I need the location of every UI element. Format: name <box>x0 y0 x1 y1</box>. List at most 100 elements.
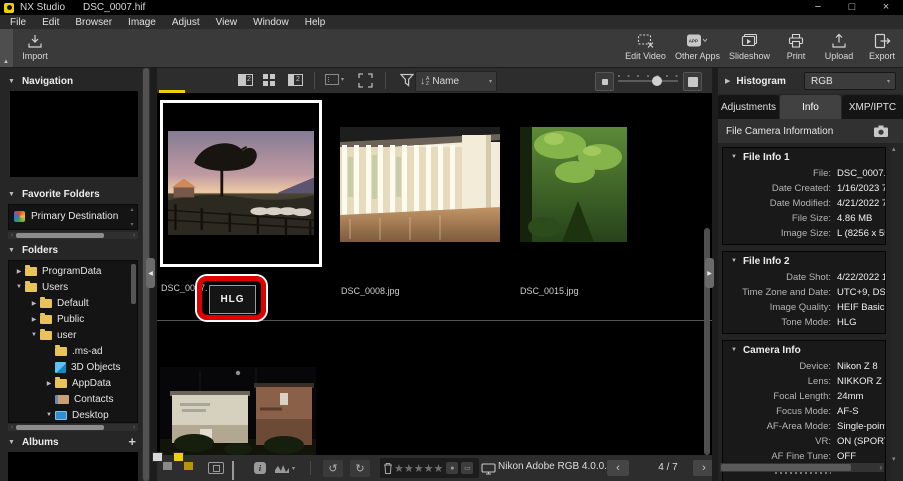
histogram-channel-dropdown[interactable]: RGB ▾ <box>804 72 896 90</box>
redo-button[interactable]: ↻ <box>350 460 370 477</box>
image-info-button[interactable]: i <box>254 462 266 474</box>
slider-handle[interactable] <box>652 76 662 86</box>
navigation-section-header[interactable]: ▼ Navigation <box>0 73 142 89</box>
folder-item-default[interactable]: ▶Default <box>9 295 137 311</box>
toolbar-collapse-strip[interactable]: ▲ <box>0 29 13 67</box>
info-vscrollbar[interactable]: ▴ ▾ <box>891 143 901 481</box>
expand-arrow-icon[interactable]: ▶ <box>725 77 730 85</box>
star-icon[interactable]: ★ <box>404 463 414 475</box>
menu-edit[interactable]: Edit <box>34 17 67 28</box>
split2-view-button[interactable]: 2 <box>288 73 303 86</box>
collapse-left-panel-handle[interactable]: ◀ <box>146 258 155 288</box>
menu-adjust[interactable]: Adjust <box>164 17 208 28</box>
import-button[interactable]: Import <box>16 33 54 61</box>
focus-point-button[interactable] <box>208 462 224 474</box>
star-icon[interactable]: ★ <box>424 463 434 475</box>
folder-item-3d-objects[interactable]: 3D Objects <box>9 359 137 375</box>
thumbnail-size-slider[interactable] <box>618 80 678 82</box>
trash-icon[interactable] <box>383 462 393 475</box>
collapse-arrow-icon[interactable]: ▼ <box>8 78 15 85</box>
folder-item-programdata[interactable]: ▶ProgramData <box>9 263 137 279</box>
split-view-button[interactable]: 2 <box>238 73 253 86</box>
collapse-right-panel-handle[interactable]: ▶ <box>705 258 714 288</box>
previous-image-button[interactable]: ‹ <box>607 460 629 476</box>
collapsed-arrow-icon[interactable]: ▶ <box>43 380 55 387</box>
favorites-hscrollbar[interactable]: ‹ › <box>8 232 138 239</box>
expanded-arrow-icon[interactable]: ▼ <box>13 284 25 290</box>
print-button[interactable]: Print <box>779 33 813 61</box>
large-thumbnails-button[interactable] <box>683 72 702 91</box>
menu-browser[interactable]: Browser <box>67 17 120 28</box>
favorites-section-header[interactable]: ▼ Favorite Folders <box>0 186 142 202</box>
expanded-arrow-icon[interactable]: ▼ <box>43 412 55 418</box>
thumbnail-dsc0008[interactable] <box>340 127 500 242</box>
collapsed-arrow-icon[interactable]: ▶ <box>28 316 40 323</box>
thumbnail-selected[interactable] <box>160 100 322 267</box>
thumbnail-image-dsc0007[interactable] <box>168 131 314 235</box>
collapse-arrow-icon[interactable]: ▼ <box>8 247 15 254</box>
histogram-overlay-button[interactable]: ▾ <box>274 462 295 474</box>
folders-hscrollbar[interactable]: ‹ › <box>8 424 138 431</box>
label-toggle-button[interactable]: ▭ <box>461 462 473 474</box>
close-button[interactable]: × <box>869 0 903 15</box>
scroll-right-icon[interactable]: › <box>130 424 138 431</box>
menu-image[interactable]: Image <box>120 17 164 28</box>
slideshow-button[interactable]: Slideshow <box>729 33 770 61</box>
fullscreen-button[interactable] <box>358 73 373 88</box>
thumbnail-dsc0015[interactable] <box>520 127 627 242</box>
histogram-header[interactable]: ▶ Histogram RGB ▾ <box>718 68 903 94</box>
scroll-up-icon[interactable]: ▴ <box>892 145 896 153</box>
star-icon[interactable]: ★ <box>414 463 424 475</box>
scroll-right-icon[interactable]: › <box>879 464 884 472</box>
add-album-button[interactable]: + <box>128 434 136 450</box>
upload-button[interactable]: Upload <box>822 33 856 61</box>
scroll-left-icon[interactable]: ‹ <box>8 232 16 239</box>
favorite-item[interactable]: Primary Destination <box>9 205 137 227</box>
collapse-arrow-icon[interactable]: ▼ <box>731 258 737 264</box>
scroll-thumb[interactable] <box>721 464 851 471</box>
edit-video-button[interactable]: Edit Video <box>625 33 666 61</box>
info-hscrollbar[interactable]: › <box>720 463 884 472</box>
collapsed-arrow-icon[interactable]: ▶ <box>13 268 25 275</box>
export-button[interactable]: Export <box>865 33 899 61</box>
folder-item-ms-ad[interactable]: .ms-ad <box>9 343 137 359</box>
minimize-button[interactable]: − <box>801 0 835 15</box>
collapsed-arrow-icon[interactable]: ▶ <box>28 300 40 307</box>
restore-button[interactable]: □ <box>835 0 869 15</box>
menu-view[interactable]: View <box>208 17 246 28</box>
menu-help[interactable]: Help <box>297 17 334 28</box>
tab-xmp-iptc[interactable]: XMP/IPTC <box>842 95 903 119</box>
collapse-arrow-icon[interactable]: ▼ <box>8 439 15 446</box>
tab-info[interactable]: Info <box>780 95 841 119</box>
folder-item-users[interactable]: ▼Users <box>9 279 137 295</box>
folder-item-appdata[interactable]: ▶AppData <box>9 375 137 391</box>
star-icon[interactable]: ★ <box>394 463 404 475</box>
folder-item-public[interactable]: ▶Public <box>9 311 137 327</box>
collapse-arrow-icon[interactable]: ▼ <box>731 154 737 160</box>
compare-mode-button[interactable]: ▾ <box>325 73 344 85</box>
scroll-down-icon[interactable]: ▾ <box>892 455 896 463</box>
protect-toggle-button[interactable]: ● <box>446 462 458 474</box>
scroll-thumb[interactable] <box>16 233 104 238</box>
expanded-arrow-icon[interactable]: ▼ <box>28 332 40 338</box>
tree-vscroll-thumb[interactable] <box>131 264 136 304</box>
other-apps-button[interactable]: APP Other Apps <box>675 33 720 61</box>
section-title[interactable]: ▼File Info 1 <box>723 148 885 166</box>
menu-file[interactable]: File <box>2 17 34 28</box>
collapse-toolbar-icon[interactable]: ▲ <box>3 59 9 65</box>
thumbnail-partial[interactable] <box>160 358 316 455</box>
sort-dropdown[interactable]: ↓AZ Name ▾ <box>415 71 497 92</box>
scroll-thumb[interactable] <box>16 425 104 430</box>
scroll-right-icon[interactable]: › <box>130 232 138 239</box>
quad-view-button[interactable] <box>263 73 268 79</box>
collapse-arrow-icon[interactable]: ▼ <box>8 191 15 198</box>
folder-item-contacts[interactable]: Contacts <box>9 391 137 407</box>
collapse-arrow-icon[interactable]: ▼ <box>731 347 737 353</box>
menu-window[interactable]: Window <box>245 17 297 28</box>
small-thumbnails-button[interactable] <box>595 72 614 91</box>
section-title[interactable]: ▼File Info 2 <box>723 252 885 270</box>
folder-item-user[interactable]: ▼user <box>9 327 137 343</box>
favorites-mini-scrollbar[interactable]: ▴▾ <box>127 205 137 229</box>
folder-item-desktop[interactable]: ▼Desktop <box>9 407 137 423</box>
folders-section-header[interactable]: ▼ Folders <box>0 242 142 258</box>
